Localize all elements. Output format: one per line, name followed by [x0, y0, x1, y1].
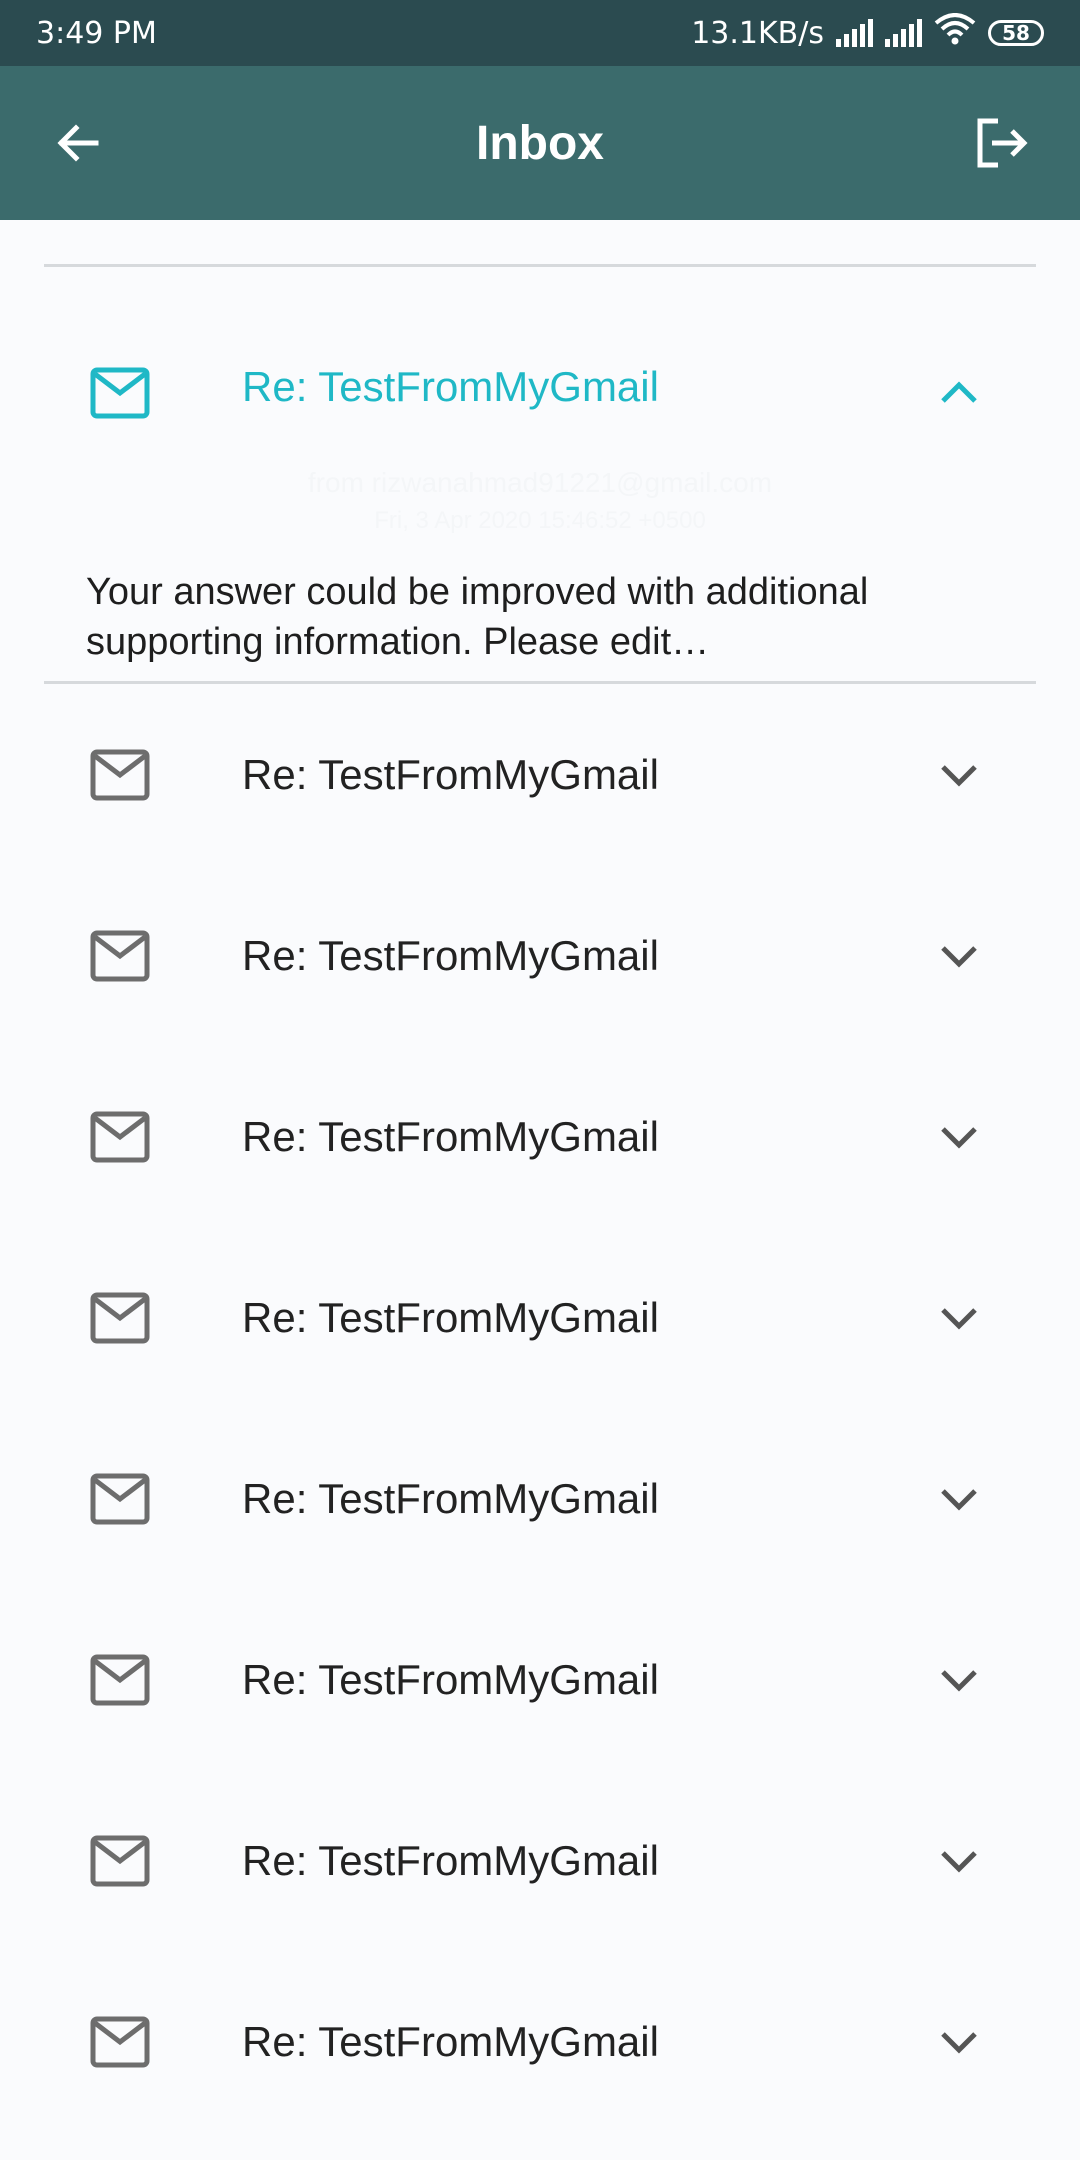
status-bar: 3:49 PM 13.1KB/s 58 — [0, 0, 1080, 66]
chevron-down-icon[interactable] — [935, 1841, 983, 1881]
email-subject: Re: TestFromMyGmail — [242, 1293, 659, 1341]
email-item[interactable]: Re: TestFromMyGmail — [0, 1227, 1080, 1408]
email-item[interactable]: Re: TestFromMyGmail — [0, 1770, 1080, 1951]
mail-icon — [90, 1835, 150, 1886]
chevron-down-icon[interactable] — [935, 936, 983, 976]
mail-icon — [90, 749, 150, 800]
mail-icon — [90, 2016, 150, 2067]
mail-icon — [90, 1473, 150, 1524]
net-speed: 13.1KB/s — [691, 15, 824, 51]
mail-icon — [90, 1654, 150, 1705]
chevron-down-icon[interactable] — [935, 1660, 983, 1700]
wifi-icon — [934, 13, 976, 53]
arrow-back-icon — [57, 124, 99, 162]
chevron-down-icon[interactable] — [935, 1117, 983, 1157]
email-item[interactable]: Re: TestFromMyGmail — [0, 1951, 1080, 2132]
mail-icon — [90, 367, 150, 419]
page-title: Inbox — [476, 116, 604, 170]
email-date: Fri, 3 Apr 2020 15:46:52 +0500 — [374, 507, 706, 534]
email-subject: Re: TestFromMyGmail — [242, 750, 659, 798]
email-subject: Re: TestFromMyGmail — [242, 931, 659, 979]
chevron-down-icon[interactable] — [935, 1298, 983, 1338]
chevron-down-icon[interactable] — [935, 2022, 983, 2062]
chevron-up-icon[interactable] — [935, 373, 983, 413]
back-button[interactable] — [44, 109, 112, 177]
email-from: from rizwanahmad91221@gmail.com — [307, 467, 773, 498]
logout-button[interactable] — [968, 109, 1036, 177]
chevron-down-icon[interactable] — [935, 1479, 983, 1519]
email-item[interactable]: Re: TestFromMyGmail — [0, 865, 1080, 1046]
logout-icon — [977, 118, 1028, 168]
email-subject: Re: TestFromMyGmail — [242, 1836, 659, 1884]
email-subject: Re: TestFromMyGmail — [242, 1655, 659, 1703]
status-time: 3:49 PM — [36, 15, 157, 51]
email-preview: Your answer could be improved with addit… — [86, 571, 869, 663]
battery-icon: 58 — [988, 20, 1044, 46]
email-item[interactable]: Re: TestFromMyGmail — [0, 1589, 1080, 1770]
app-bar: Inbox — [0, 66, 1080, 220]
email-list: Re: TestFromMyGmail from rizwanahmad9122… — [0, 220, 1080, 2132]
status-icons: 13.1KB/s 58 — [691, 13, 1044, 53]
signal-icon — [885, 19, 922, 47]
email-item-expanded[interactable]: Re: TestFromMyGmail from rizwanahmad9122… — [0, 267, 1080, 681]
email-subject: Re: TestFromMyGmail — [242, 1112, 659, 1160]
email-subject: Re: TestFromMyGmail — [242, 1474, 659, 1522]
email-item[interactable]: Re: TestFromMyGmail — [0, 684, 1080, 865]
mail-icon — [90, 930, 150, 981]
mail-icon — [90, 1111, 150, 1162]
mail-icon — [90, 1292, 150, 1343]
chevron-down-icon[interactable] — [935, 755, 983, 795]
email-subject: Re: TestFromMyGmail — [242, 2017, 659, 2065]
signal-icon — [836, 19, 873, 47]
email-item[interactable]: Re: TestFromMyGmail — [0, 1408, 1080, 1589]
email-subject: Re: TestFromMyGmail — [242, 363, 659, 410]
email-item[interactable]: Re: TestFromMyGmail — [0, 1046, 1080, 1227]
